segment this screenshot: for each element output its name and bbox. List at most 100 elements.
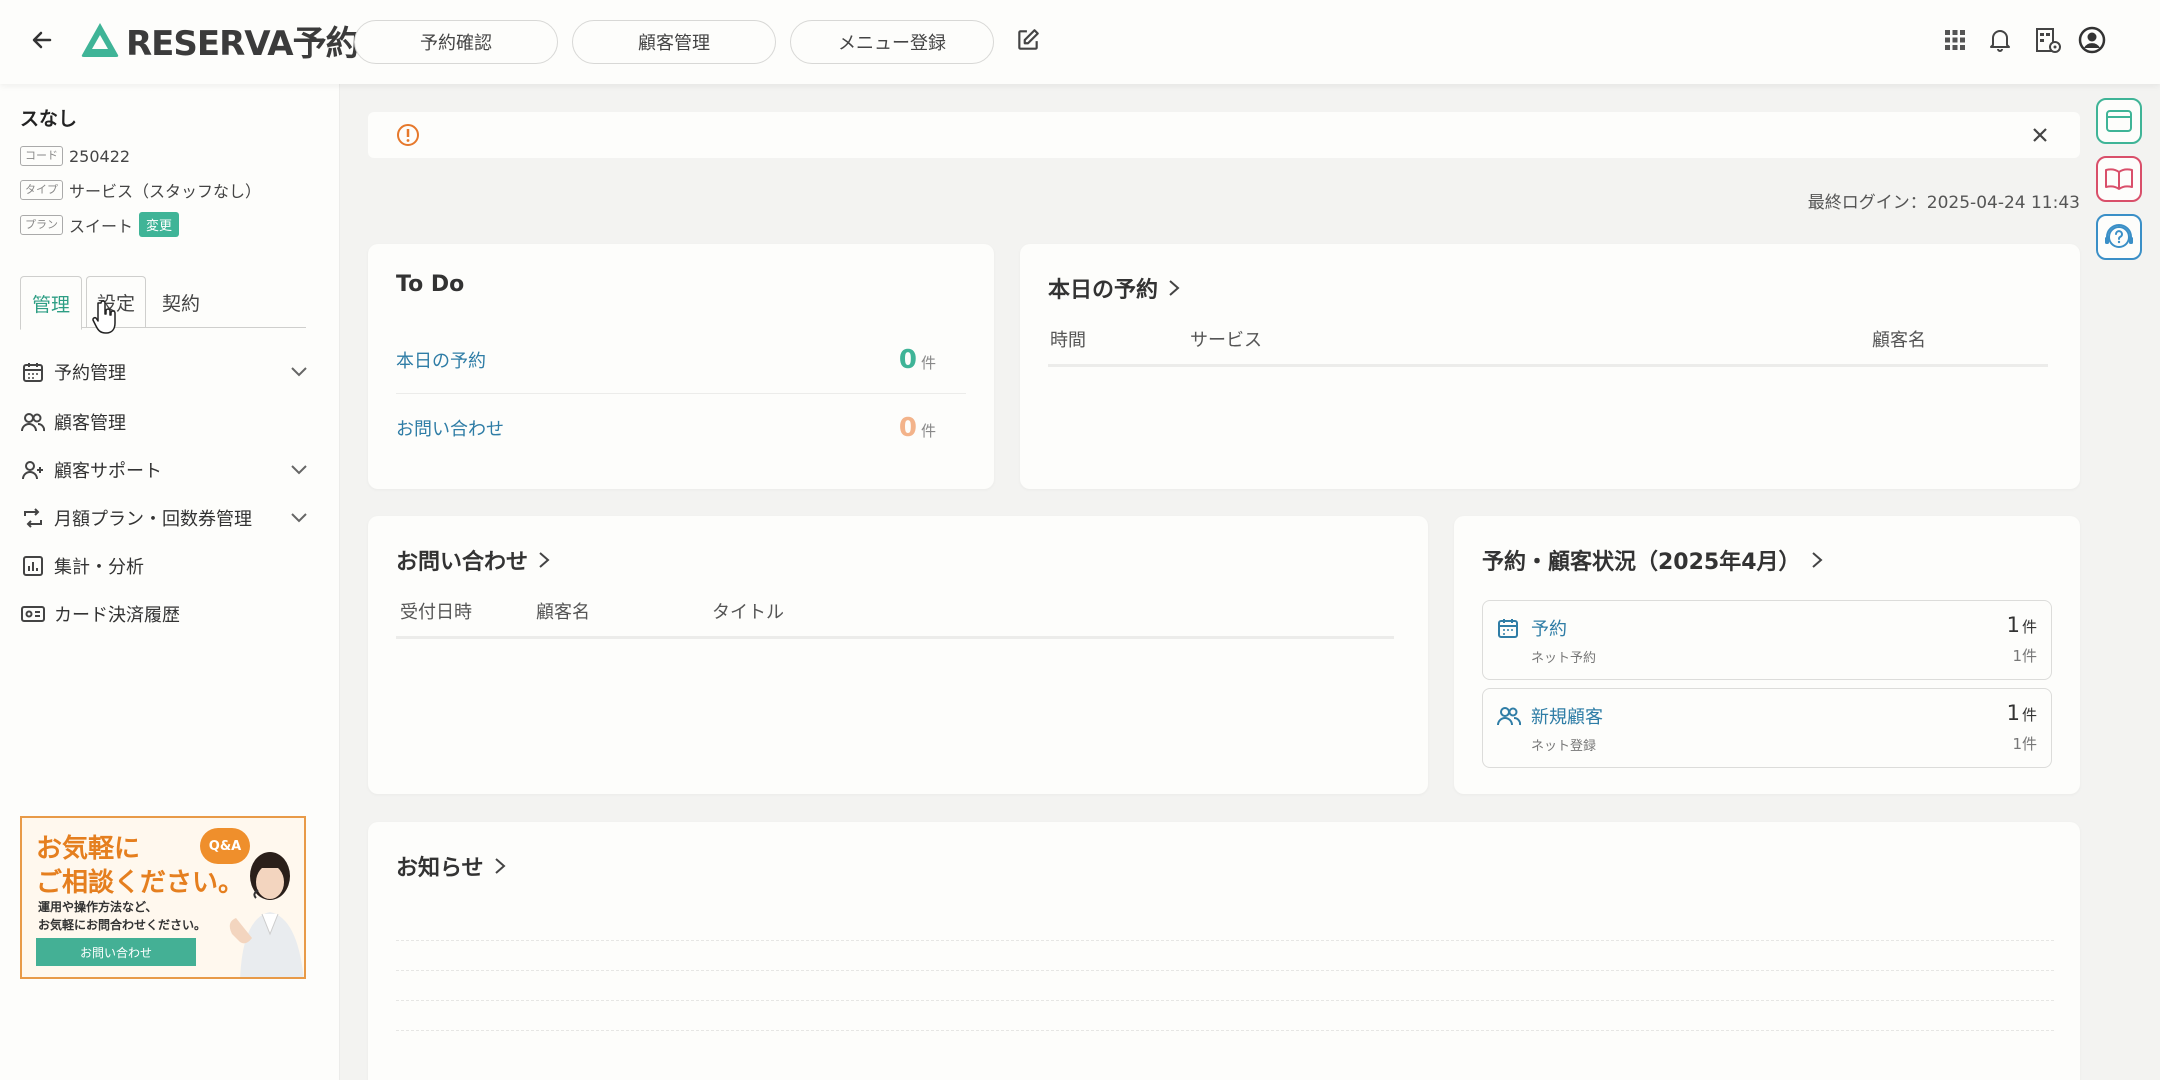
column-header-customer: 顧客名 (1872, 330, 1926, 351)
card-title-text: 予約・顧客状況（2025年4月） (1482, 550, 1801, 575)
account-icon[interactable] (2074, 22, 2110, 58)
logo-text: RESERVA予約 (126, 23, 360, 64)
plan-tag: プラン (20, 214, 63, 235)
support-help-button[interactable] (2096, 214, 2142, 260)
calendar-icon (1498, 619, 1518, 638)
menu-analytics[interactable]: 集計・分析 (20, 546, 310, 586)
banner-subtext-line1: 運用や操作方法など、 (38, 900, 158, 914)
nav-reservation-check[interactable]: 予約確認 (354, 20, 558, 64)
todo-count: 0 件 (899, 413, 936, 443)
notice-divider (396, 970, 2054, 971)
notice-divider (396, 1000, 2054, 1001)
stat-sub-count-unit: 件 (2021, 735, 2037, 753)
store-settings-icon[interactable] (2030, 22, 2066, 58)
stat-sub-count: 1件 (2012, 645, 2037, 666)
chevron-down-icon (291, 513, 307, 523)
shop-type-row: タイプ サービス（スタッフなし） (20, 178, 261, 202)
today-reservations-card: 本日の予約 時間 サービス 顧客名 (1020, 244, 2080, 489)
type-tag: タイプ (20, 180, 63, 200)
card-title-text: お知らせ (396, 856, 484, 881)
notice-card: お知らせ (368, 822, 2080, 1080)
todo-row-reservations[interactable]: 本日の予約 0 件 (396, 326, 966, 394)
back-arrow-icon[interactable] (24, 22, 60, 58)
plan-change-button[interactable]: 変更 (139, 212, 180, 237)
app-logo[interactable]: RESERVA予約 (80, 18, 360, 64)
inquiry-card: お問い合わせ 受付日時 顧客名 タイトル (368, 516, 1428, 794)
nav-menu-registration[interactable]: メニュー登録 (790, 20, 994, 64)
menu-reservation-management[interactable]: 予約管理 (20, 352, 310, 392)
shop-plan-row: プラン スイート 変更 (20, 212, 180, 237)
menu-label: 集計・分析 (54, 557, 144, 578)
banner-subtext-line2: お気軽にお問合わせください。 (38, 918, 207, 932)
notice-divider (396, 1030, 2054, 1031)
menu-customer-support[interactable]: 顧客サポート (20, 450, 310, 490)
card-icon (20, 601, 46, 627)
manual-book-button[interactable] (2096, 156, 2142, 202)
menu-label: 予約管理 (54, 363, 126, 384)
stat-label: 新規顧客 (1531, 707, 1603, 728)
inquiry-link[interactable]: お問い合わせ (396, 544, 552, 576)
column-header-time: 時間 (1050, 330, 1086, 351)
browser-window-icon (2106, 110, 2132, 132)
plan-value: スイート (69, 216, 134, 236)
banner-title-line2: ご相談ください。 (36, 868, 245, 898)
logo-triangle-icon (81, 23, 119, 57)
stat-sublabel: ネット登録 (1531, 739, 1597, 754)
menu-label: 月額プラン・回数券管理 (54, 509, 252, 530)
todo-count-number: 0 (898, 413, 917, 443)
column-header-title: タイトル (712, 602, 784, 623)
shop-code-row: コード 250422 (20, 146, 130, 166)
card-title-text: お問い合わせ (396, 550, 529, 575)
sidebar-tabs: 管理 設定 契約 (20, 276, 306, 330)
close-icon[interactable] (2030, 125, 2050, 145)
column-header-customer: 顧客名 (536, 602, 590, 623)
user-plus-icon (20, 457, 46, 483)
stat-count-number: 1 (2006, 701, 2020, 725)
stat-new-customers[interactable]: 新規顧客 ネット登録 1件 1件 (1482, 688, 2052, 768)
status-link[interactable]: 予約・顧客状況（2025年4月） (1482, 544, 1825, 576)
chevron-right-icon (539, 552, 550, 568)
users-icon (1497, 707, 1521, 726)
notice-link[interactable]: お知らせ (396, 850, 508, 882)
top-header: RESERVA予約 予約確認 顧客管理 メニュー登録 (0, 0, 2160, 84)
todo-row-inquiries[interactable]: お問い合わせ 0 件 (396, 394, 966, 462)
chart-icon (20, 553, 46, 579)
headset-help-icon (2105, 224, 2133, 248)
tab-contract[interactable]: 契約 (150, 276, 212, 328)
menu-label: 顧客管理 (54, 413, 126, 434)
stat-sub-count-number: 1 (2012, 647, 2022, 665)
chevron-down-icon (291, 367, 307, 377)
card-title-text: 本日の予約 (1048, 278, 1159, 303)
column-header-service: サービス (1190, 330, 1262, 351)
stat-sub-count-number: 1 (2012, 735, 2022, 753)
todo-label: 本日の予約 (396, 350, 486, 372)
todo-label: お問い合わせ (396, 419, 504, 440)
calendar-icon (20, 359, 46, 385)
tab-management[interactable]: 管理 (20, 276, 82, 330)
stat-reservations[interactable]: 予約 ネット予約 1件 1件 (1482, 600, 2052, 680)
todo-count-number: 0 (898, 344, 917, 375)
todo-count: 0 件 (899, 345, 936, 375)
type-value: サービス（スタッフなし） (69, 182, 262, 201)
todo-title: To Do (396, 272, 465, 297)
book-icon (2105, 168, 2133, 190)
bell-icon[interactable] (1982, 22, 2018, 58)
stat-label: 予約 (1531, 619, 1567, 640)
stat-count-number: 1 (2006, 613, 2020, 637)
chevron-down-icon (291, 465, 307, 475)
banner-inquiry-button[interactable]: お問い合わせ (36, 938, 196, 966)
last-login-text: 最終ログイン：2025-04-24 11:43 (1807, 193, 2080, 213)
menu-card-payment-history[interactable]: カード決済履歴 (20, 594, 310, 634)
stat-sub-count: 1件 (2012, 733, 2037, 754)
stat-count-unit: 件 (2021, 618, 2037, 636)
todo-count-unit: 件 (920, 353, 936, 372)
browser-window-button[interactable] (2096, 98, 2142, 144)
nav-customer-management[interactable]: 顧客管理 (572, 20, 776, 64)
chevron-right-icon (1169, 280, 1180, 296)
menu-customer-management[interactable]: 顧客管理 (20, 402, 310, 442)
edit-icon[interactable] (1010, 22, 1046, 58)
menu-subscription-management[interactable]: 月額プラン・回数券管理 (20, 498, 310, 538)
inquiry-banner[interactable]: お気軽に ご相談ください。 運用や操作方法など、 お気軽にお問合わせください。 … (20, 816, 306, 979)
apps-grid-icon[interactable] (1937, 22, 1973, 58)
today-reservations-link[interactable]: 本日の予約 (1048, 272, 1182, 304)
